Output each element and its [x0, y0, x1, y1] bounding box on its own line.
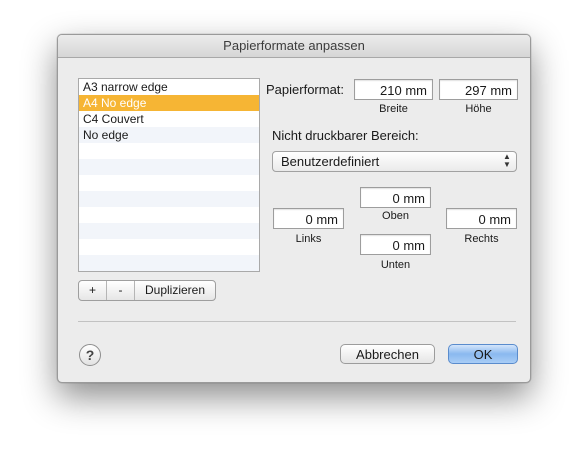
bottom-margin-field[interactable]: 0 mm — [360, 234, 431, 255]
empty-row — [79, 239, 259, 255]
paper-format-list[interactable]: A3 narrow edge A4 No edge C4 Couvert No … — [78, 78, 260, 272]
list-actions: + - Duplizieren — [78, 280, 216, 301]
width-label: Breite — [379, 103, 408, 115]
list-item[interactable]: C4 Couvert — [79, 111, 259, 127]
list-item[interactable]: A3 narrow edge — [79, 79, 259, 95]
empty-row — [79, 191, 259, 207]
ok-button[interactable]: OK — [448, 344, 518, 364]
window-title: Papierformate anpassen — [58, 35, 530, 58]
divider — [78, 321, 516, 322]
height-label: Höhe — [465, 103, 492, 115]
list-item-selected[interactable]: A4 No edge — [79, 95, 259, 111]
bottom-margin-label: Unten — [380, 259, 411, 271]
left-margin-label: Links — [295, 233, 322, 245]
paper-format-label: Papierformat: — [266, 82, 345, 97]
empty-row — [79, 255, 259, 271]
duplicate-button[interactable]: Duplizieren — [135, 281, 215, 300]
help-icon[interactable]: ? — [79, 344, 101, 366]
empty-row — [79, 207, 259, 223]
remove-format-button[interactable]: - — [107, 281, 135, 300]
dialog-window: Papierformate anpassen A3 narrow edge A4… — [57, 34, 531, 383]
height-field[interactable]: 297 mm — [439, 79, 518, 100]
top-margin-field[interactable]: 0 mm — [360, 187, 431, 208]
right-margin-field[interactable]: 0 mm — [446, 208, 517, 229]
nonprintable-heading: Nicht druckbarer Bereich: — [272, 128, 419, 143]
add-format-button[interactable]: + — [79, 281, 107, 300]
popup-arrows-icon: ▲ ▼ — [503, 152, 511, 169]
empty-row — [79, 159, 259, 175]
left-margin-field[interactable]: 0 mm — [273, 208, 344, 229]
list-item[interactable]: No edge — [79, 127, 259, 143]
margin-preset-value: Benutzerdefiniert — [281, 154, 380, 169]
margin-preset-popup[interactable]: Benutzerdefiniert ▲ ▼ — [272, 151, 517, 172]
empty-row — [79, 143, 259, 159]
cancel-button[interactable]: Abbrechen — [340, 344, 435, 364]
right-margin-label: Rechts — [464, 233, 499, 245]
empty-row — [79, 175, 259, 191]
width-field[interactable]: 210 mm — [354, 79, 433, 100]
empty-row — [79, 223, 259, 239]
top-margin-label: Oben — [382, 210, 409, 222]
